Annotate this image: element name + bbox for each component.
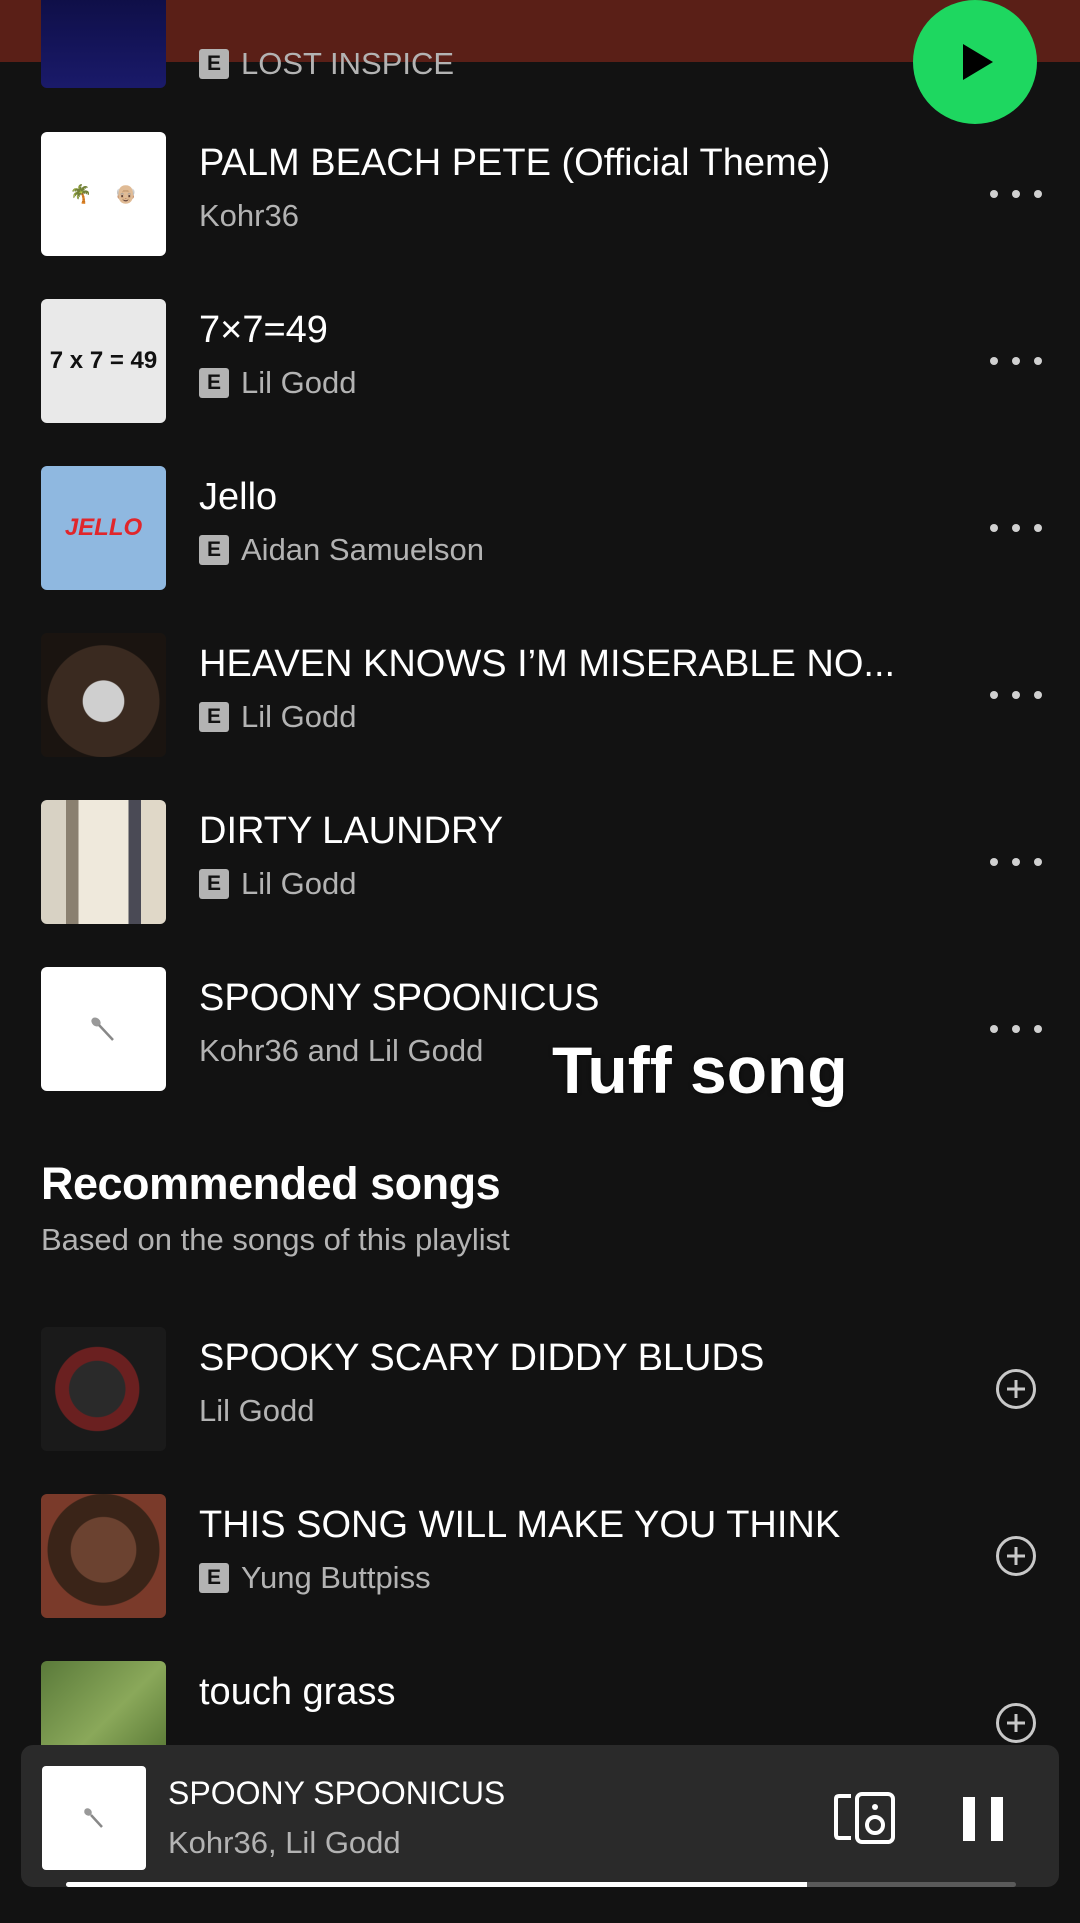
track-row[interactable]: DIRTY LAUNDRY E Lil Godd [0,800,1080,924]
add-icon[interactable] [995,1368,1037,1410]
dot [1012,357,1020,365]
more-options-button[interactable] [990,176,1042,212]
now-playing-artist: Kohr36, Lil Godd [168,1825,401,1860]
album-cover [41,1327,166,1451]
track-title: HEAVEN KNOWS I’M MISERABLE NO... [199,643,896,685]
dot [1012,190,1020,198]
album-cover [41,1494,166,1618]
track-title: SPOOKY SCARY DIDDY BLUDS [199,1337,765,1379]
album-cover [41,800,166,924]
list-continuation [0,1883,1080,1923]
track-artist: E Lil Godd [199,866,356,902]
dot [1034,524,1042,532]
track-title: touch grass [199,1671,396,1713]
dot [1012,858,1020,866]
explicit-badge: E [199,869,229,899]
playback-progress-fill [66,1882,807,1887]
album-cover [41,633,166,757]
explicit-badge: E [199,49,229,79]
dot [990,357,998,365]
more-options-button[interactable] [990,1011,1042,1047]
section-subtitle: Based on the songs of this playlist [41,1222,510,1257]
play-icon [963,44,993,80]
play-button[interactable] [913,0,1037,124]
album-cover [42,1766,146,1870]
album-cover [41,967,166,1091]
track-row[interactable]: 🌴🏝👴🏼 PALM BEACH PETE (Official Theme) Ko… [0,132,1080,256]
track-title: Jello [199,476,278,518]
dot [1034,190,1042,198]
explicit-badge: E [199,535,229,565]
dot [1012,691,1020,699]
track-row[interactable]: JELLO Jello E Aidan Samuelson [0,466,1080,590]
mini-player[interactable]: SPOONY SPOONICUS Kohr36, Lil Godd [21,1745,1059,1887]
track-artist: E Lil Godd [199,699,356,735]
playback-progress-bar[interactable] [66,1882,1016,1887]
overlay-caption: Tuff song [552,1033,848,1107]
spoon-icon [84,1808,103,1828]
track-artist: E Aidan Samuelson [199,532,484,568]
track-row[interactable]: SPOONY SPOONICUS Kohr36 and Lil Godd [0,967,1080,1091]
dot [990,190,998,198]
track-artist: E Lil Godd [199,365,356,401]
explicit-badge: E [199,368,229,398]
track-row[interactable]: 7 x 7 = 49 7×7=49 E Lil Godd [0,299,1080,423]
track-artist: Kohr36 and Lil Godd [199,1033,484,1068]
album-cover: 7 x 7 = 49 [41,299,166,423]
track-title: PALM BEACH PETE (Official Theme) [199,142,831,184]
track-artist: E LOST INSPICE [199,46,454,82]
album-cover: JELLO [41,466,166,590]
dot [1034,691,1042,699]
add-icon[interactable] [995,1702,1037,1744]
spoon-icon [91,1017,114,1041]
track-title: THIS SONG WILL MAKE YOU THINK [199,1504,841,1546]
now-playing-title: SPOONY SPOONICUS [168,1775,506,1811]
album-cover [41,0,166,88]
dot [1034,357,1042,365]
album-cover: 🌴🏝👴🏼 [41,132,166,256]
track-title: SPOONY SPOONICUS [199,977,600,1019]
track-artist: Lil Godd [199,1393,315,1428]
recommended-row[interactable]: SPOOKY SCARY DIDDY BLUDS Lil Godd [0,1327,1080,1451]
dot [1034,858,1042,866]
more-options-button[interactable] [990,677,1042,713]
section-title: Recommended songs [41,1158,501,1209]
track-artist: Kohr36 [199,198,299,233]
dot [990,858,998,866]
more-options-button[interactable] [990,844,1042,880]
explicit-badge: E [199,702,229,732]
track-title: 7×7=49 [199,309,328,351]
dot [990,1025,998,1033]
track-title: DIRTY LAUNDRY [199,810,504,852]
explicit-badge: E [199,1563,229,1593]
pause-icon[interactable] [961,1795,1005,1843]
dot [990,524,998,532]
more-options-button[interactable] [990,343,1042,379]
dot [1034,1025,1042,1033]
track-row[interactable]: HEAVEN KNOWS I’M MISERABLE NO... E Lil G… [0,633,1080,757]
more-options-button[interactable] [990,510,1042,546]
add-icon[interactable] [995,1535,1037,1577]
dot [990,691,998,699]
dot [1012,524,1020,532]
recommended-row[interactable]: THIS SONG WILL MAKE YOU THINK E Yung But… [0,1494,1080,1618]
track-artist: E Yung Buttpiss [199,1560,431,1596]
dot [1012,1025,1020,1033]
connect-device-icon[interactable] [833,1791,897,1845]
